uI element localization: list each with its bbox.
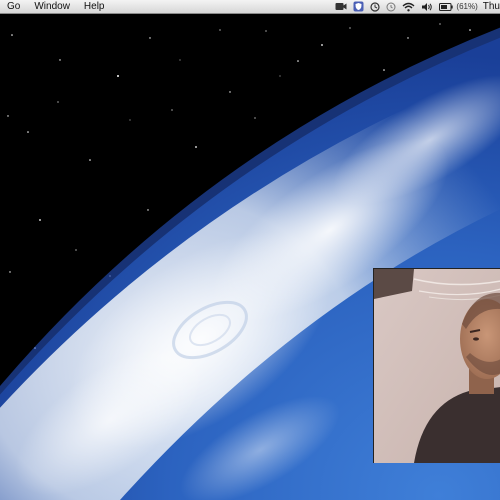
camera-icon[interactable]	[335, 0, 347, 13]
shield-icon[interactable]	[353, 0, 364, 13]
battery-percent: (61%)	[456, 2, 478, 11]
webcam-frame	[374, 269, 500, 463]
menu-bar-status: (61%) Thu	[332, 0, 500, 13]
clock-icon[interactable]	[370, 0, 381, 13]
menu-window[interactable]: Window	[27, 0, 77, 13]
volume-icon[interactable]	[421, 0, 433, 13]
menu-clock[interactable]: Thu	[480, 1, 500, 12]
battery-icon[interactable]	[439, 0, 454, 13]
menu-bar-left: Go Window Help	[0, 0, 112, 13]
time-machine-icon[interactable]	[386, 0, 396, 13]
wifi-icon[interactable]	[402, 0, 415, 13]
webcam-video[interactable]	[373, 268, 500, 463]
menu-bar: Go Window Help (61%) Thu	[0, 0, 500, 14]
menu-help[interactable]: Help	[77, 0, 112, 13]
menu-go[interactable]: Go	[0, 0, 27, 13]
